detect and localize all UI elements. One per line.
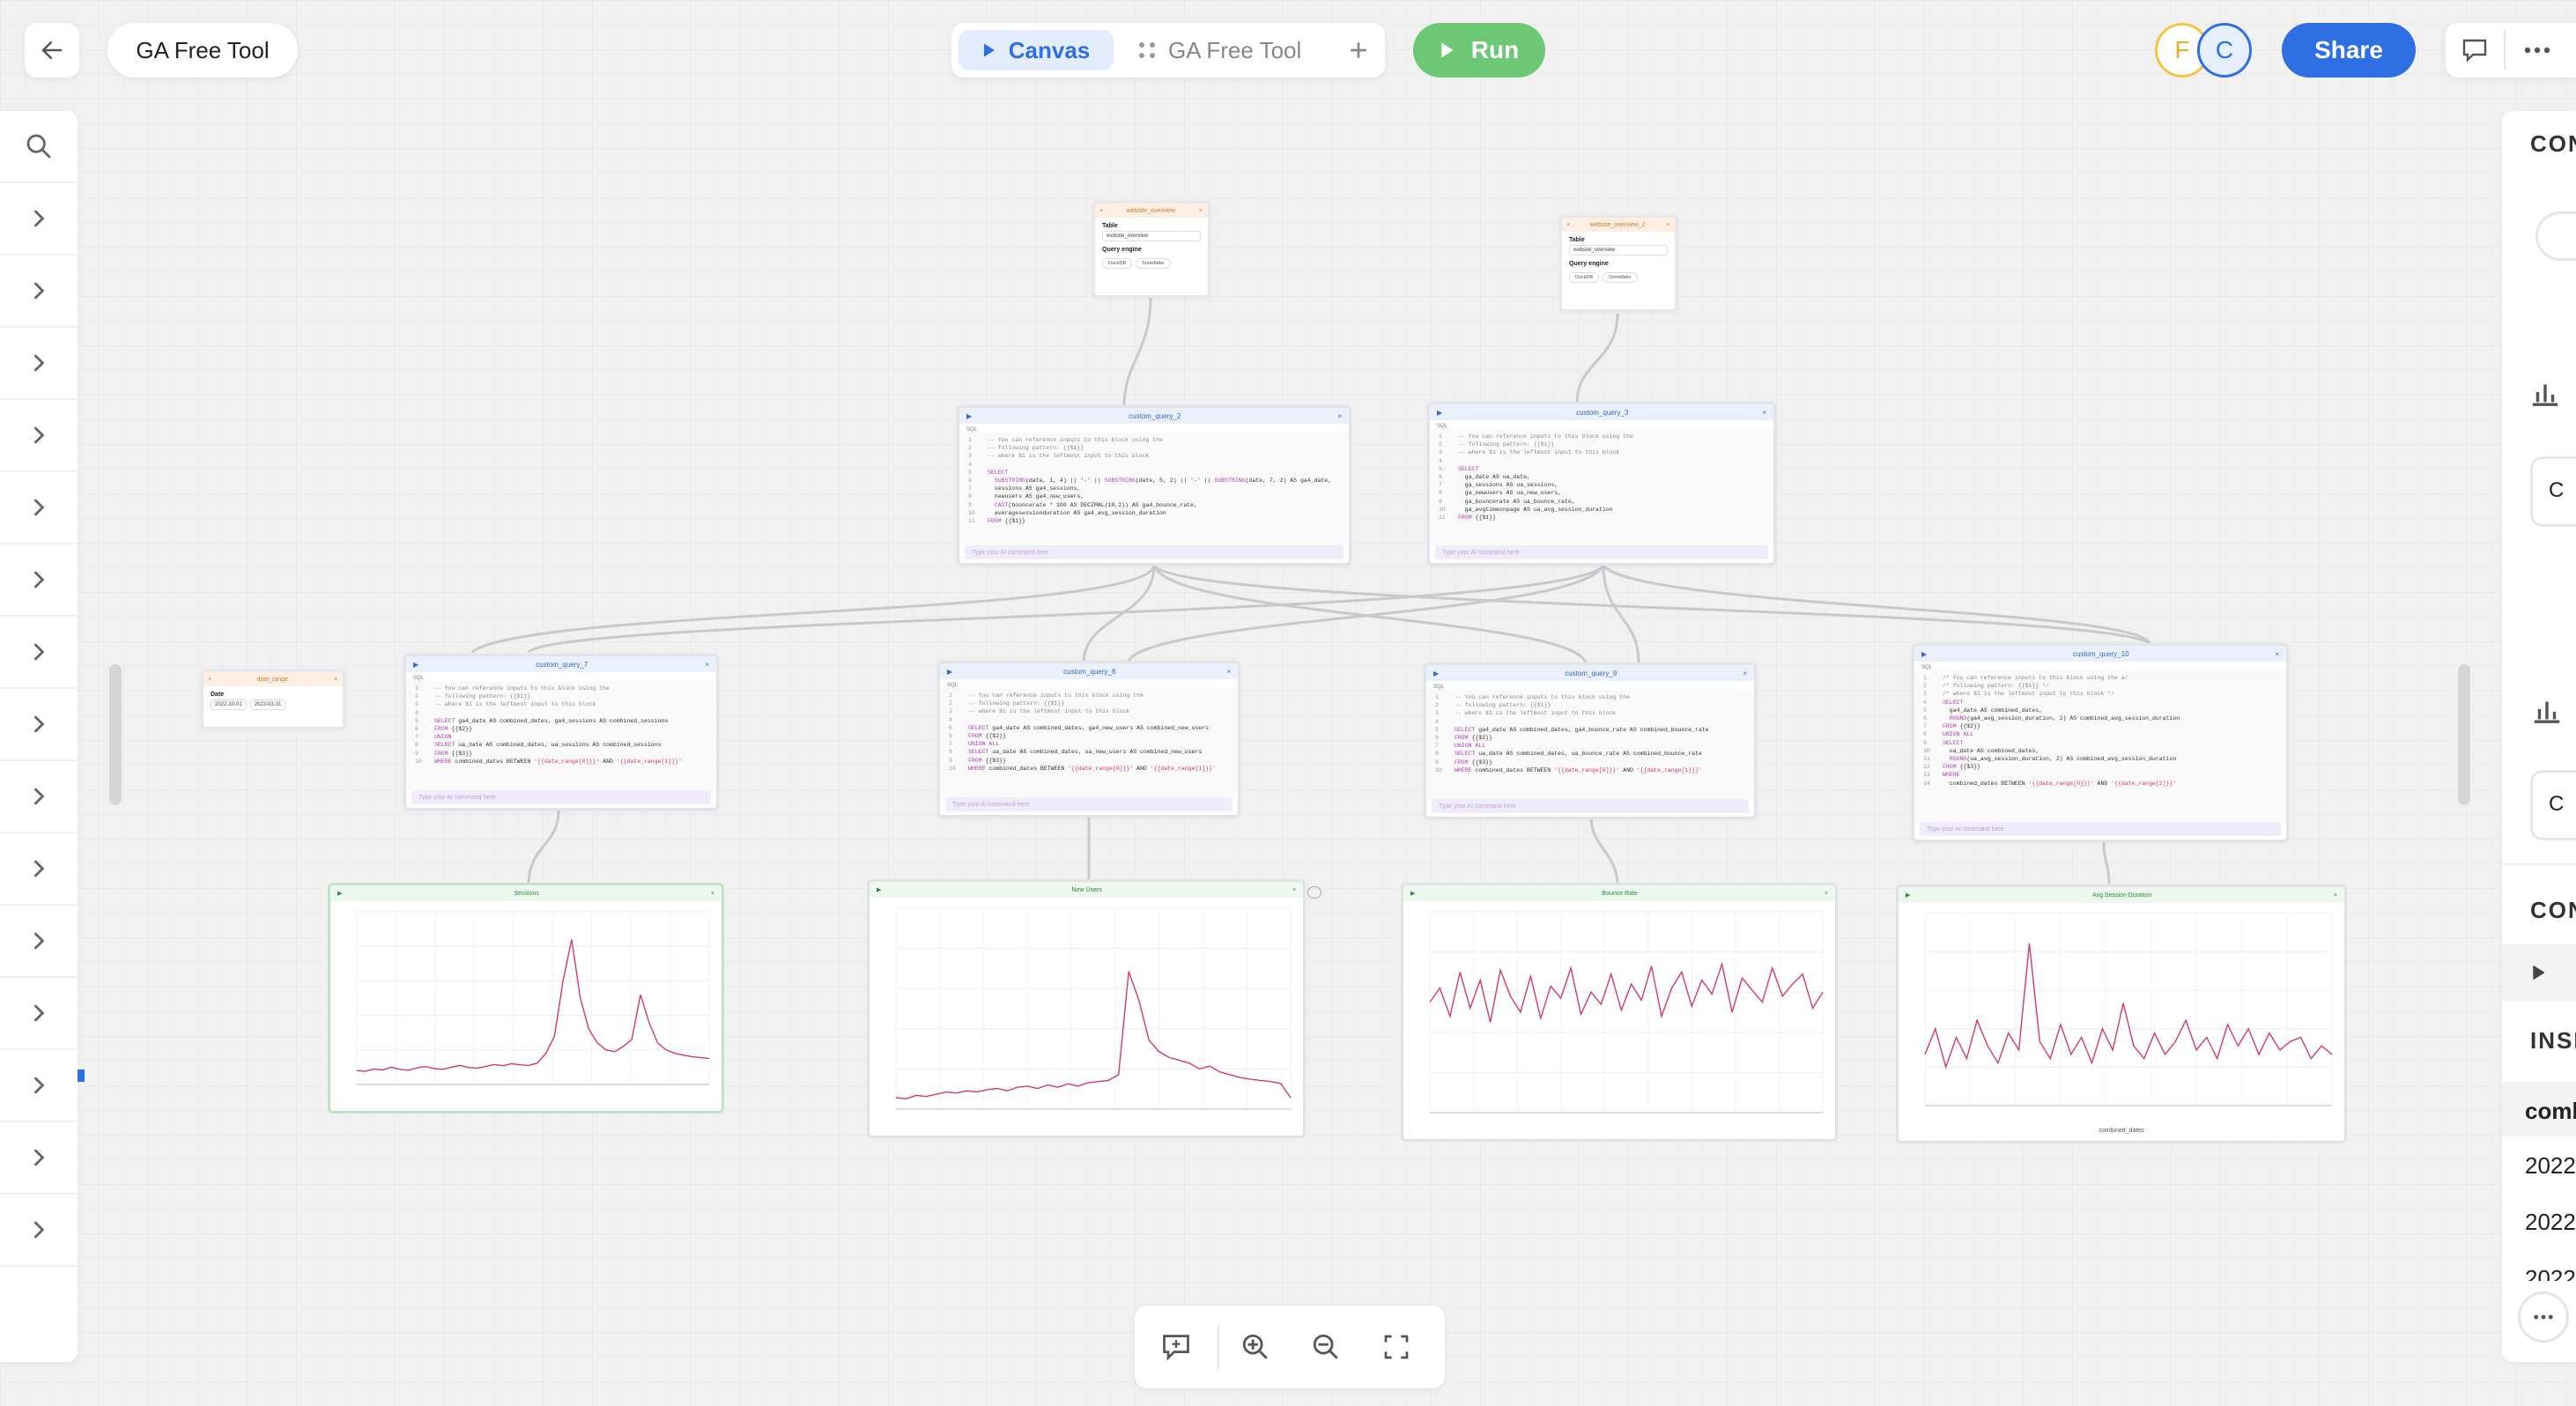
close-icon[interactable]: × bbox=[1666, 222, 1669, 228]
block-subtitle: SQL bbox=[413, 676, 425, 681]
date-to-input[interactable]: 2023-03-31 bbox=[249, 699, 286, 710]
date-from-input[interactable]: 2022-10-01 bbox=[211, 699, 247, 710]
date-label: Date bbox=[211, 692, 225, 698]
block-title: website_overview bbox=[1126, 207, 1175, 214]
block-subtitle: SQL bbox=[947, 683, 959, 688]
play-icon[interactable]: ▶ bbox=[877, 886, 881, 893]
source-block-website-overview[interactable]: • website_overview × Table website_overvie… bbox=[1092, 201, 1210, 298]
block-title: custom_query_3 bbox=[1576, 408, 1629, 417]
close-icon[interactable]: × bbox=[1762, 409, 1766, 417]
block-title: custom_query_2 bbox=[1129, 411, 1181, 420]
series-line bbox=[1429, 961, 1824, 1023]
line-chart bbox=[1924, 913, 2333, 1106]
block-type-dot: • bbox=[209, 676, 211, 683]
close-icon[interactable]: × bbox=[711, 891, 714, 897]
line-chart bbox=[895, 907, 1292, 1110]
code-editor[interactable]: 1/* You can reference inputs to this blo… bbox=[1914, 670, 2286, 822]
ai-command-input[interactable]: Type your AI command here bbox=[945, 797, 1232, 811]
source-block-date-range[interactable]: • date_range × Date 2022-10-01 2023-03-31 bbox=[201, 670, 345, 729]
block-type-dot: • bbox=[1100, 207, 1103, 214]
play-icon[interactable]: ▶ bbox=[1410, 890, 1415, 897]
chart-title: Sessions bbox=[514, 890, 539, 897]
block-title: custom_query_10 bbox=[2072, 649, 2129, 658]
block-subtitle: SQL bbox=[1921, 665, 1933, 670]
code-editor[interactable]: 1 -- You can reference inputs to this blo… bbox=[406, 681, 716, 790]
series-line bbox=[356, 939, 710, 1072]
block-subtitle: SQL bbox=[1433, 684, 1445, 690]
block-title: custom_query_8 bbox=[1063, 667, 1116, 676]
chart-title: Bounce Rate bbox=[1602, 890, 1638, 897]
query-engine-label: Query engine bbox=[1102, 247, 1142, 253]
close-icon[interactable]: × bbox=[1199, 208, 1203, 214]
engine-option[interactable]: DuckDB bbox=[1102, 258, 1133, 269]
table-label: Table bbox=[1569, 237, 1585, 243]
table-label: Table bbox=[1102, 223, 1118, 229]
source-block-website-overview-2[interactable]: • website_overview_2 × Table website_overv… bbox=[1559, 215, 1677, 312]
block-subtitle: SQL bbox=[966, 427, 978, 433]
code-editor[interactable]: 1 -- You can reference inputs to this blo… bbox=[1430, 429, 1773, 545]
block-type-dot: • bbox=[1567, 221, 1570, 228]
query-engine-label: Query engine bbox=[1569, 261, 1609, 267]
ai-command-input[interactable]: Type your AI command here bbox=[1920, 822, 2281, 836]
close-icon[interactable]: × bbox=[1743, 670, 1747, 677]
chart-title: New Users bbox=[1071, 886, 1102, 893]
close-icon[interactable]: × bbox=[705, 661, 709, 669]
close-icon[interactable]: × bbox=[1292, 887, 1296, 893]
code-editor[interactable]: 1 -- You can reference inputs to this blo… bbox=[940, 688, 1238, 797]
line-chart bbox=[1429, 911, 1824, 1114]
block-title: date_range bbox=[256, 676, 288, 683]
play-icon[interactable]: ▶ bbox=[337, 890, 342, 897]
code-editor[interactable]: 1 -- You can reference inputs to this blo… bbox=[959, 433, 1349, 545]
x-axis-label: combined_dates bbox=[2099, 1128, 2144, 1134]
engine-option[interactable]: Snowflake bbox=[1136, 258, 1171, 269]
engine-option[interactable]: DuckDB bbox=[1569, 272, 1600, 283]
query-block-custom-query-2[interactable]: ▶ custom_query_2 × SQL 1 -- You can referen… bbox=[957, 405, 1351, 566]
close-icon[interactable]: × bbox=[334, 677, 337, 683]
series-line bbox=[895, 971, 1292, 1100]
close-icon[interactable]: × bbox=[2334, 892, 2337, 899]
chart-block-sessions[interactable]: ▶ Sessions × bbox=[328, 883, 724, 1114]
chart-block-bounce-rate[interactable]: ▶ Bounce Rate × bbox=[1401, 883, 1838, 1142]
code-editor[interactable]: 1 -- You can reference inputs to this blo… bbox=[1426, 690, 1754, 799]
block-subtitle: SQL bbox=[1437, 424, 1448, 429]
chart-block-new-users[interactable]: ▶ New Users × bbox=[867, 879, 1306, 1138]
query-block-custom-query-9[interactable]: ▶ custom_query_9 × SQL 1 -- You can referen… bbox=[1424, 662, 1757, 819]
query-block-custom-query-10[interactable]: ▶ custom_query_10 × SQL 1/* You can refere… bbox=[1912, 643, 2289, 842]
play-icon[interactable]: ▶ bbox=[1906, 892, 1910, 899]
chart-title: Avg Session Duration bbox=[2092, 892, 2152, 899]
close-icon[interactable]: × bbox=[1825, 891, 1828, 897]
block-title: custom_query_7 bbox=[536, 660, 588, 669]
close-icon[interactable]: × bbox=[1337, 412, 1342, 420]
query-block-custom-query-3[interactable]: ▶ custom_query_3 × SQL 1 -- You can referen… bbox=[1427, 402, 1776, 566]
table-select[interactable]: website_overview bbox=[1102, 231, 1201, 241]
block-title: website_overview_2 bbox=[1589, 221, 1646, 228]
block-title: custom_query_9 bbox=[1565, 669, 1617, 677]
comment-icon[interactable] bbox=[1307, 886, 1321, 899]
ai-command-input[interactable]: Type your AI command here bbox=[411, 790, 711, 804]
engine-option[interactable]: Snowflake bbox=[1603, 272, 1638, 283]
close-icon[interactable]: × bbox=[1226, 668, 1231, 676]
query-block-custom-query-8[interactable]: ▶ custom_query_8 × SQL 1 -- You can referen… bbox=[937, 661, 1240, 818]
ai-command-input[interactable]: Type your AI command here bbox=[1432, 799, 1749, 813]
ai-command-input[interactable]: Type your AI command here bbox=[1435, 545, 1768, 559]
ai-command-input[interactable]: Type your AI command here bbox=[965, 545, 1344, 559]
series-line bbox=[1924, 943, 2333, 1069]
line-chart bbox=[356, 911, 710, 1085]
table-select[interactable]: website_overview bbox=[1569, 245, 1668, 255]
close-icon[interactable]: × bbox=[2275, 650, 2279, 658]
query-block-custom-query-7[interactable]: ▶ custom_query_7 × SQL 1 -- You can referen… bbox=[403, 654, 719, 810]
chart-block-avg-session-duration[interactable]: ▶ Avg Session Duration × combined_dates bbox=[1896, 884, 2347, 1143]
